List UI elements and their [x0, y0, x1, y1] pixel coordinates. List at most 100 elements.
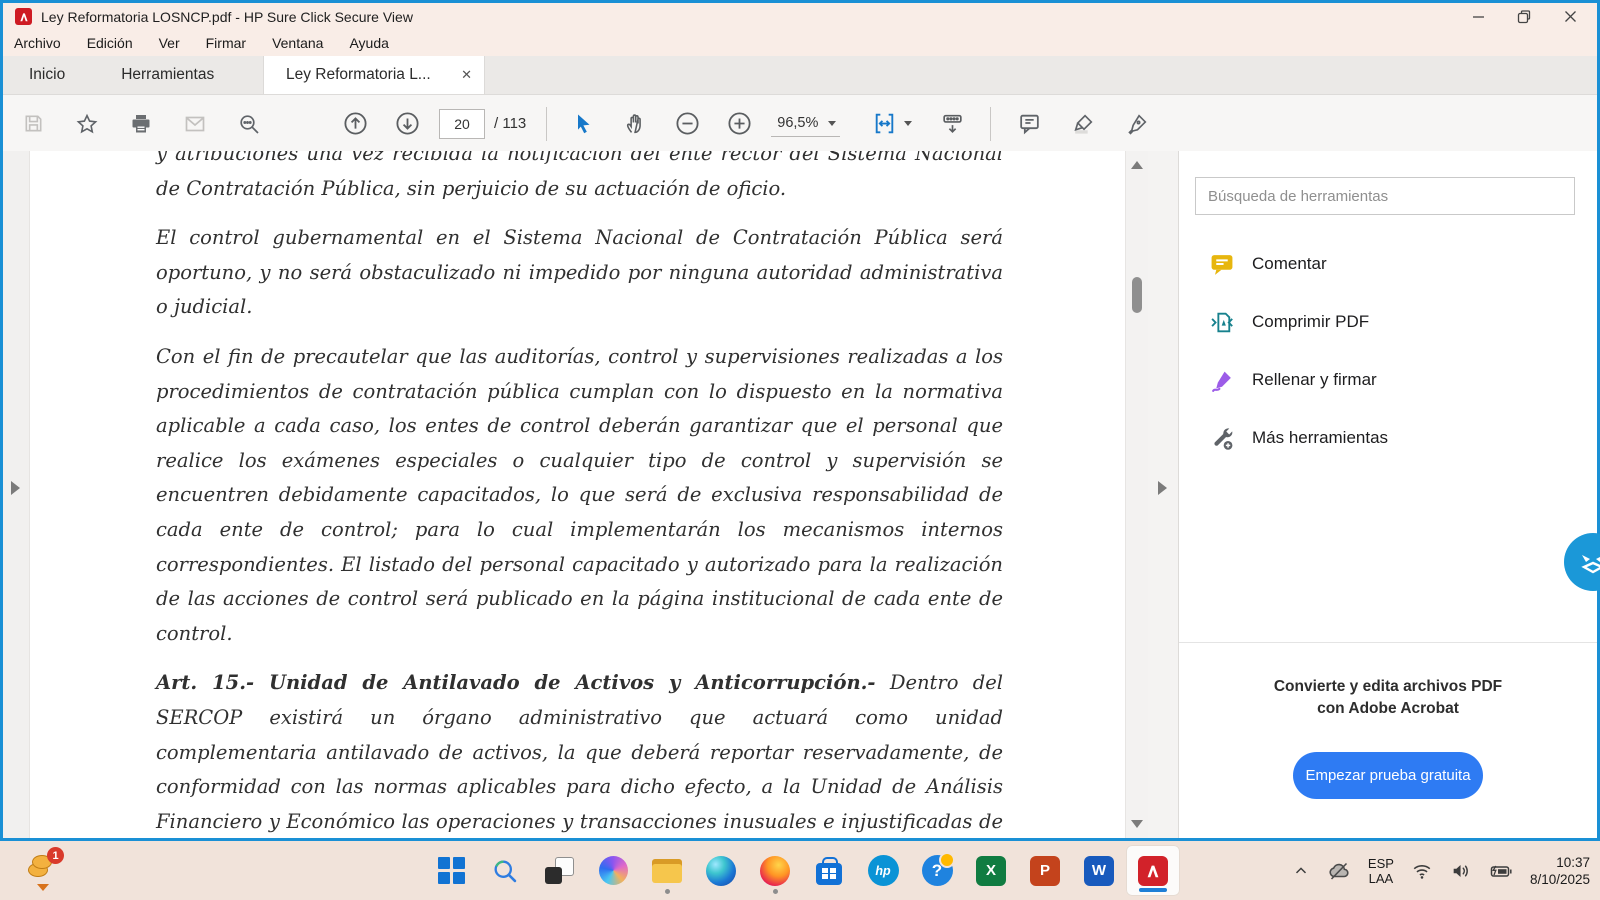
- menu-archivo[interactable]: Archivo: [14, 35, 61, 51]
- chevron-down-icon[interactable]: [904, 121, 912, 126]
- tab-close-icon[interactable]: ✕: [461, 67, 472, 83]
- page-number-input[interactable]: [439, 109, 485, 139]
- excel-icon: X: [976, 856, 1006, 886]
- notification-badge: 1: [47, 847, 64, 864]
- taskbar: 1 hp: [0, 841, 1600, 900]
- screen: { "window": { "title": "Ley Reformatoria…: [0, 0, 1600, 900]
- hp-button[interactable]: hp: [856, 845, 910, 896]
- promo-text-line1: Convierte y edita archivos PDF: [1179, 678, 1597, 696]
- clock[interactable]: 10:37 8/10/2025: [1530, 854, 1590, 888]
- onedrive-icon[interactable]: [1327, 859, 1351, 883]
- select-cursor-icon[interactable]: [569, 110, 597, 138]
- previous-page-icon[interactable]: [341, 110, 369, 138]
- left-pane-rail: [3, 151, 30, 838]
- get-help-button[interactable]: ?: [910, 845, 964, 896]
- fit-width-icon[interactable]: [870, 110, 898, 138]
- hand-tool-icon[interactable]: [621, 110, 649, 138]
- tool-label: Comentar: [1252, 254, 1327, 274]
- copilot-icon: [599, 856, 628, 885]
- paragraph: El control gubernamental en el Sistema N…: [156, 221, 1003, 325]
- active-app-indicator: [1139, 888, 1167, 892]
- tool-mas-herramientas[interactable]: Más herramientas: [1209, 417, 1388, 459]
- system-tray: ESP LAA 10:37 8/10/2025: [1292, 841, 1590, 900]
- highlight-icon[interactable]: [1069, 110, 1097, 138]
- comment-icon[interactable]: [1015, 110, 1043, 138]
- hidden-icons-chevron[interactable]: [1292, 862, 1310, 880]
- close-button[interactable]: [1547, 3, 1593, 30]
- zoom-in-icon[interactable]: [725, 110, 753, 138]
- taskbar-search-button[interactable]: [478, 845, 532, 896]
- page-total-label: / 113: [494, 115, 526, 132]
- running-indicator: [665, 889, 670, 894]
- store-button[interactable]: [802, 845, 856, 896]
- restore-button[interactable]: [1501, 3, 1547, 30]
- file-explorer-button[interactable]: [640, 845, 694, 896]
- window-controls: [1455, 3, 1593, 30]
- task-view-button[interactable]: [532, 845, 586, 896]
- edge-button[interactable]: [694, 845, 748, 896]
- scroll-up-icon[interactable]: [1131, 161, 1143, 169]
- widgets-coins-icon[interactable]: 1: [26, 849, 64, 891]
- open-left-pane-icon[interactable]: [11, 481, 20, 495]
- powerpoint-icon: P: [1030, 856, 1060, 886]
- acrobat-icon: [1138, 856, 1168, 886]
- search-icon[interactable]: [235, 110, 263, 138]
- menu-ver[interactable]: Ver: [159, 35, 180, 51]
- tool-label: Más herramientas: [1252, 428, 1388, 448]
- powerpoint-button[interactable]: P: [1018, 845, 1072, 896]
- tab-document-active[interactable]: Ley Reformatoria L... ✕: [263, 56, 485, 94]
- tab-inicio[interactable]: Inicio: [23, 66, 71, 84]
- tab-document-label: Ley Reformatoria L...: [286, 66, 453, 84]
- toolbar-dropdown-icon[interactable]: [938, 110, 966, 138]
- toolbar-divider: [546, 107, 547, 141]
- star-favorite-icon[interactable]: [73, 110, 101, 138]
- tab-herramientas[interactable]: Herramientas: [115, 66, 220, 84]
- start-free-trial-button[interactable]: Empezar prueba gratuita: [1293, 752, 1483, 799]
- window-title: Ley Reformatoria LOSNCP.pdf - HP Sure Cl…: [41, 9, 413, 25]
- firefox-button[interactable]: [748, 845, 802, 896]
- paragraph: Art. 15.- Unidad de Antilavado de Activo…: [156, 666, 1003, 838]
- excel-button[interactable]: X: [964, 845, 1018, 896]
- tools-search-input[interactable]: [1195, 177, 1575, 215]
- search-icon: [491, 857, 519, 885]
- word-button[interactable]: W: [1072, 845, 1126, 896]
- print-icon[interactable]: [127, 110, 155, 138]
- zoom-out-icon[interactable]: [673, 110, 701, 138]
- hp-icon: hp: [868, 855, 899, 886]
- collapse-tools-pane-icon[interactable]: [1158, 481, 1167, 495]
- menu-ayuda[interactable]: Ayuda: [349, 35, 388, 51]
- vertical-scrollbar[interactable]: [1125, 151, 1148, 838]
- menu-edicion[interactable]: Edición: [87, 35, 133, 51]
- store-icon: [816, 863, 842, 885]
- article-heading: Art. 15.- Unidad de Antilavado de Activo…: [156, 671, 876, 694]
- tab-bar: Inicio Herramientas Ley Reformatoria L..…: [3, 56, 1597, 95]
- email-icon[interactable]: [181, 110, 209, 138]
- menu-firmar[interactable]: Firmar: [206, 35, 246, 51]
- tool-rellenar-firmar[interactable]: Rellenar y firmar: [1209, 359, 1377, 401]
- tool-comentar[interactable]: Comentar: [1209, 243, 1327, 285]
- scroll-down-icon[interactable]: [1131, 820, 1143, 828]
- volume-icon[interactable]: [1450, 860, 1472, 882]
- article-body: Dentro del SERCOP existirá un órgano adm…: [156, 671, 1003, 838]
- pdf-page[interactable]: y atribuciones una vez recibida la notif…: [30, 151, 1125, 838]
- start-icon: [438, 857, 465, 884]
- save-icon[interactable]: [19, 110, 47, 138]
- zoom-value: 96,5%: [777, 115, 818, 131]
- wifi-icon[interactable]: [1411, 860, 1433, 882]
- acrobat-button-active[interactable]: [1126, 845, 1180, 896]
- minimize-button[interactable]: [1455, 3, 1501, 30]
- next-page-icon[interactable]: [393, 110, 421, 138]
- tool-comprimir-pdf[interactable]: Comprimir PDF: [1209, 301, 1369, 343]
- menu-ventana[interactable]: Ventana: [272, 35, 323, 51]
- zoom-level-dropdown[interactable]: 96,5%: [771, 110, 840, 137]
- start-button[interactable]: [424, 845, 478, 896]
- more-tools-icon: [1209, 426, 1235, 451]
- battery-icon[interactable]: [1489, 859, 1513, 883]
- document-area: y atribuciones una vez recibida la notif…: [3, 151, 1597, 838]
- fill-sign-icon: [1209, 368, 1235, 393]
- scrollbar-thumb[interactable]: [1132, 277, 1142, 313]
- copilot-button[interactable]: [586, 845, 640, 896]
- acrobat-pdf-icon: [15, 8, 32, 25]
- fill-sign-pen-icon[interactable]: [1123, 110, 1151, 138]
- language-indicator[interactable]: ESP LAA: [1368, 856, 1394, 886]
